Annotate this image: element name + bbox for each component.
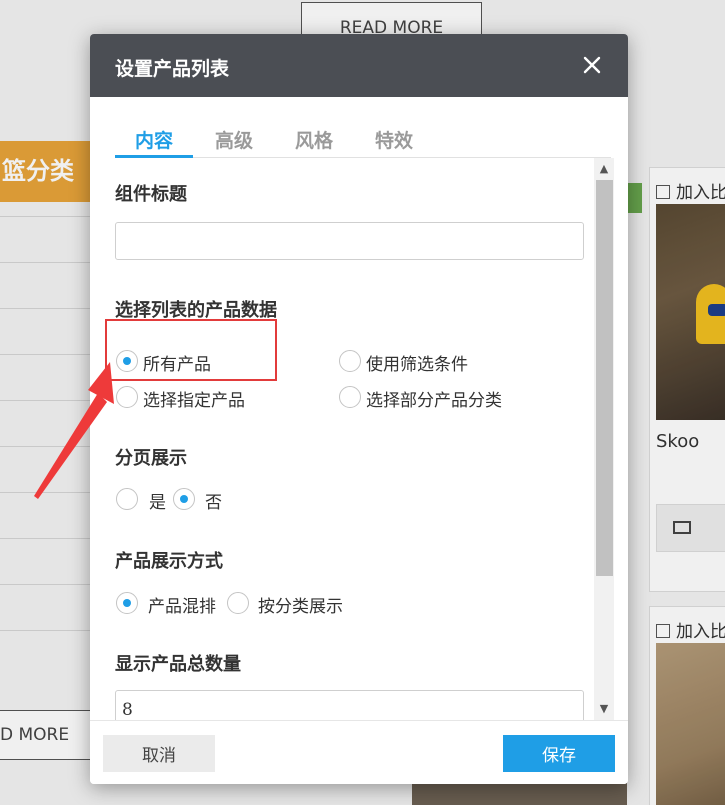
tab-style[interactable]: 风格 (293, 126, 335, 158)
scroll-up-icon[interactable]: ▲ (594, 158, 614, 180)
radio-label-select-specific[interactable]: 选择指定产品 (143, 386, 245, 411)
radio-all-products[interactable] (116, 350, 138, 372)
dialog-title: 设置产品列表 (115, 58, 230, 80)
close-icon[interactable] (580, 53, 604, 77)
display-mode-label: 产品展示方式 (115, 551, 223, 572)
radio-pagination-no[interactable] (173, 488, 195, 510)
tab-advanced[interactable]: 高级 (213, 126, 255, 158)
radio-mixed-display[interactable] (116, 592, 138, 614)
radio-label-mixed-display[interactable]: 产品混排 (148, 592, 216, 617)
pagination-label: 分页展示 (115, 448, 187, 469)
radio-category-display[interactable] (227, 592, 249, 614)
tab-bar: 内容 高级 风格 特效 (115, 124, 611, 158)
dialog-header: 设置产品列表 (90, 34, 628, 97)
component-title-label: 组件标题 (115, 184, 187, 205)
scroll-down-icon[interactable]: ▼ (594, 698, 614, 720)
cancel-button[interactable]: 取消 (103, 735, 215, 772)
radio-select-categories[interactable] (339, 386, 361, 408)
radio-label-pagination-yes[interactable]: 是 (149, 488, 166, 513)
product-list-settings-dialog: 设置产品列表 内容 高级 风格 特效 组件标题 选择列表的产品数据 所有产品 使… (90, 34, 628, 784)
tab-effects[interactable]: 特效 (373, 126, 415, 158)
total-count-label: 显示产品总数量 (115, 654, 241, 675)
radio-label-use-filter[interactable]: 使用筛选条件 (366, 350, 468, 375)
scroll-thumb[interactable] (596, 180, 613, 576)
radio-use-filter[interactable] (339, 350, 361, 372)
radio-label-all-products[interactable]: 所有产品 (143, 350, 211, 375)
radio-label-select-categories[interactable]: 选择部分产品分类 (366, 386, 502, 411)
radio-select-specific[interactable] (116, 386, 138, 408)
dialog-content: 组件标题 选择列表的产品数据 所有产品 使用筛选条件 选择指定产品 选择部分产品… (90, 158, 628, 720)
save-button[interactable]: 保存 (503, 735, 615, 772)
content-scrollbar[interactable]: ▲ ▼ (594, 158, 614, 720)
radio-label-category-display[interactable]: 按分类展示 (258, 592, 343, 617)
dialog-footer: 取消 保存 (90, 720, 628, 784)
tab-content[interactable]: 内容 (115, 126, 193, 158)
data-source-label: 选择列表的产品数据 (115, 300, 277, 321)
radio-pagination-yes[interactable] (116, 488, 138, 510)
radio-label-pagination-no[interactable]: 否 (205, 488, 222, 513)
component-title-input[interactable] (115, 222, 584, 260)
total-count-input[interactable]: 8 (115, 690, 584, 720)
